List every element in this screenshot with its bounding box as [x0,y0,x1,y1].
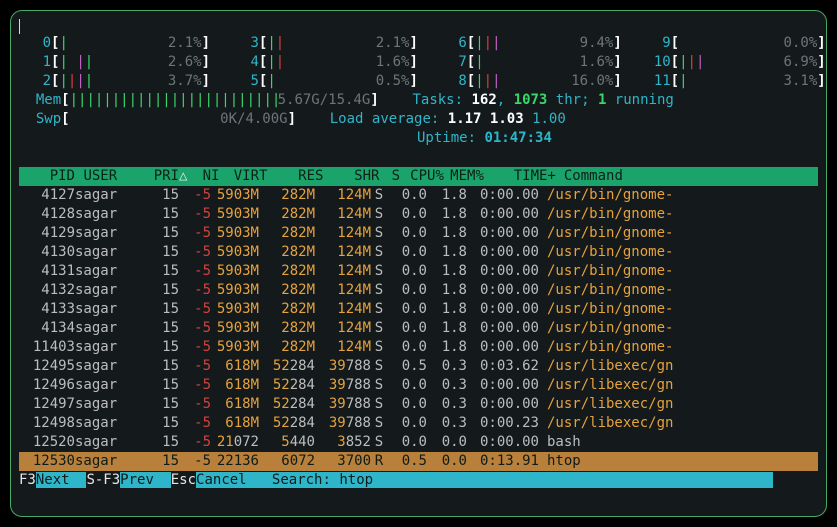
bracket-close-icon: ] [288,110,296,129]
mem-label: Mem [19,91,61,110]
cpu-meters: 0[| 2.1%] 3[|| 2.1%] 6[||| 9.4%] 9[ 0.0%… [19,34,818,91]
search-label: Search: [255,472,339,488]
key-esc: Esc [171,472,196,488]
bracket-close-icon: ] [370,91,378,110]
action-prev[interactable]: Prev [120,472,171,488]
col-s[interactable]: S [388,167,404,186]
cpu-meter-5: 5[| 0.5%] [227,72,418,91]
swp-text: 0K/4.00G [70,110,288,129]
col-virt[interactable]: VIRT [219,167,267,186]
cpu-meter-2: 2[|||| 3.7%] [19,72,210,91]
search-input[interactable]: htop [339,472,773,488]
table-row[interactable]: 4130 sagar15-55903M282M124M S0.01.80:00.… [19,243,818,262]
table-row[interactable]: 4129 sagar15-55903M282M124M S0.01.80:00.… [19,224,818,243]
cpu-meter-9: 9[ 0.0%] [639,34,826,53]
table-row[interactable]: 12530 sagar15-52213660723700 R0.50.00:13… [19,452,818,471]
table-row[interactable]: 11403 sagar15-55903M282M124M S0.01.80:00… [19,338,818,357]
table-row[interactable]: 4134 sagar15-55903M282M124M S0.01.80:00.… [19,319,818,338]
mem-text: 5.67G/15.4G [278,91,371,110]
process-table-header[interactable]: PID USER PRI△ NI VIRT RES SHR S CPU% MEM… [19,167,818,186]
text-cursor [19,19,20,34]
cpu-meter-11: 11[| 3.1%] [639,72,826,91]
uptime-value: 01:47:34 [484,129,551,148]
table-row[interactable]: 12497 sagar15-5618M5228439788 S0.00.30:0… [19,395,818,414]
bracket-open-icon: [ [61,110,69,129]
col-shr[interactable]: SHR [323,167,379,186]
table-row[interactable]: 4127 sagar15-55903M282M124M S0.01.80:00.… [19,186,818,205]
sort-asc-icon: △ [179,168,187,184]
table-row[interactable]: 4131 sagar15-55903M282M124M S0.01.80:00.… [19,262,818,281]
table-row[interactable]: 12495 sagar15-5618M5228439788 S0.50.30:0… [19,357,818,376]
footer-bar: F3Next S-F3Prev EscCancel Search: htop [19,471,818,490]
tasks-threads: 1073 [514,91,548,110]
cpu-meter-3: 3[|| 2.1%] [227,34,418,53]
cpu-meter-6: 6[||| 9.4%] [435,34,622,53]
cpu-meter-8: 8[|||16.0%] [435,72,622,91]
spacer [296,110,330,129]
col-res[interactable]: RES [267,167,323,186]
key-f3: F3 [19,472,36,488]
terminal-window[interactable]: 0[| 2.1%] 3[|| 2.1%] 6[||| 9.4%] 9[ 0.0%… [10,10,827,517]
col-ni[interactable]: NI [187,167,219,186]
uptime-label: Uptime: [417,129,484,148]
cpu-meter-1: 1[| || 2.6%] [19,53,210,72]
table-row[interactable]: 4128 sagar15-55903M282M124M S0.01.80:00.… [19,205,818,224]
table-row[interactable]: 12498 sagar15-5618M5228439788 S0.00.30:0… [19,414,818,433]
tasks-running: 1 [598,91,606,110]
table-row[interactable]: 12496 sagar15-5618M5228439788 S0.00.30:0… [19,376,818,395]
mem-bar: ||||||||||||||||||||||||| [70,91,278,110]
process-table-body[interactable]: 4127 sagar15-55903M282M124M S0.01.80:00.… [19,186,818,471]
action-cancel[interactable]: Cancel [196,472,255,488]
col-pid[interactable]: PID [19,167,75,186]
key-sf3: S-F3 [86,472,120,488]
spacer [379,91,413,110]
table-row[interactable]: 4133 sagar15-55903M282M124M S0.01.80:00.… [19,300,818,319]
load-1: 1.17 [448,110,482,129]
swp-label: Swp [19,110,61,129]
table-row[interactable]: 4132 sagar15-55903M282M124M S0.01.80:00.… [19,281,818,300]
load-3: 1.00 [532,110,566,129]
cpu-meter-7: 7[| 1.6%] [435,53,622,72]
action-next[interactable]: Next [36,472,87,488]
col-user[interactable]: USER [83,167,139,186]
cpu-meter-10: 10[||| 6.9%] [639,53,826,72]
col-cpu[interactable]: CPU% [404,167,444,186]
col-mem[interactable]: MEM% [444,167,484,186]
table-row[interactable]: 12520 sagar15-52107254403852 S0.00.00:00… [19,433,818,452]
cpu-meter-4: 4[|| 1.6%] [227,53,418,72]
load-2: 1.03 [490,110,524,129]
col-cmd[interactable]: Command [556,167,818,186]
load-label: Load average: [330,110,448,129]
col-pri[interactable]: PRI△ [139,167,187,186]
cpu-meter-0: 0[| 2.1%] [19,34,210,53]
tasks-label: Tasks: [412,91,471,110]
tasks-count: 162 [471,91,496,110]
col-time[interactable]: TIME+ [484,167,556,186]
bracket-open-icon: [ [61,91,69,110]
